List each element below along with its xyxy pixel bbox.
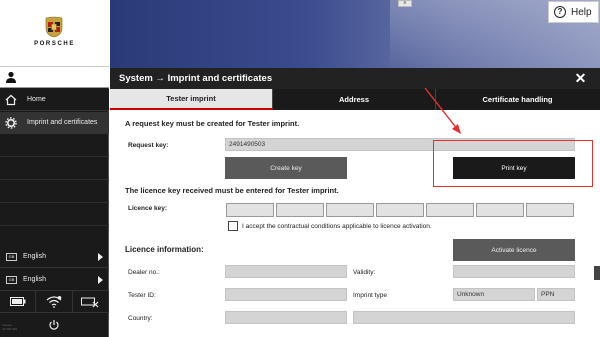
licence-key-segment[interactable] xyxy=(326,203,374,217)
wifi-icon xyxy=(46,295,62,308)
language-label: English xyxy=(23,276,46,283)
flag-icon: GB xyxy=(6,275,17,284)
tab-certificate-handling[interactable]: Certificate handling xyxy=(436,89,599,110)
dialog-header: System → Imprint and certificates xyxy=(110,68,600,89)
licence-key-segment[interactable] xyxy=(226,203,274,217)
vci-disconnected-icon xyxy=(81,297,99,307)
country-label: Country: xyxy=(128,315,153,322)
side-panel-tab[interactable] xyxy=(594,266,600,280)
help-icon: ? xyxy=(554,6,566,18)
annotation-highlight-box xyxy=(433,140,593,187)
help-button[interactable]: ? Help xyxy=(548,1,599,23)
request-key-label: Request key: xyxy=(128,142,169,149)
vci-status[interactable] xyxy=(73,291,109,312)
dealer-no-field xyxy=(225,265,347,278)
sidebar-empty-slot xyxy=(0,204,109,226)
activate-licence-button[interactable]: Activate licence xyxy=(453,239,575,261)
dialog-title: System → Imprint and certificates xyxy=(119,73,273,84)
accept-terms-checkbox[interactable] xyxy=(228,221,238,231)
tester-id-label: Tester ID: xyxy=(128,292,156,299)
background-banner xyxy=(110,0,600,68)
user-icon xyxy=(6,71,16,83)
power-icon[interactable] xyxy=(48,319,60,331)
accept-terms-label: I accept the contractual conditions appl… xyxy=(242,223,432,230)
sidebar-item-label: Imprint and certificates xyxy=(27,119,98,126)
tester-id-field xyxy=(225,288,347,301)
validity-field xyxy=(453,265,575,278)
help-label: Help xyxy=(571,6,592,18)
licence-key-segment[interactable] xyxy=(426,203,474,217)
tab-tester-imprint[interactable]: Tester imprint xyxy=(110,89,273,110)
tab-address[interactable]: Address xyxy=(273,89,436,110)
version-info: Version 40.500.000 xyxy=(2,323,17,331)
brand-wordmark: PORSCHE xyxy=(34,41,75,47)
battery-icon xyxy=(9,297,26,306)
power-row: Version 40.500.000 xyxy=(0,314,109,337)
sidebar-empty-slot xyxy=(0,181,109,203)
status-row xyxy=(0,291,109,313)
licence-key-segment[interactable] xyxy=(476,203,524,217)
sidebar-empty-slot xyxy=(0,158,109,180)
close-button[interactable]: ✕ xyxy=(570,68,591,89)
sidebar-item-imprint[interactable]: Imprint and certificates xyxy=(0,112,109,134)
language-label: English xyxy=(23,253,46,260)
sidebar-item-label: Home xyxy=(27,96,46,103)
validity-label: Validity: xyxy=(353,269,376,276)
sidebar-empty-slot xyxy=(0,135,109,157)
imprint-type-field: Unknown xyxy=(453,288,535,301)
licence-key-segment[interactable] xyxy=(276,203,324,217)
drag-handle[interactable]: ≡ xyxy=(398,0,412,7)
language-select-secondary[interactable]: GB English xyxy=(0,269,109,291)
sidebar: PORSCHE Home Imprint and certificates GB… xyxy=(0,0,109,337)
licence-heading: The licence key received must be entered… xyxy=(125,186,339,195)
country-name-field xyxy=(353,311,575,324)
request-heading: A request key must be created for Tester… xyxy=(125,119,300,128)
gear-icon xyxy=(5,116,17,129)
user-bar[interactable] xyxy=(0,66,109,88)
chevron-right-icon xyxy=(98,276,103,284)
licence-key-segment[interactable] xyxy=(526,203,574,217)
imprint-type-label: Imprint type xyxy=(353,292,387,299)
chevron-right-icon xyxy=(98,253,103,261)
language-select-primary[interactable]: GB English xyxy=(0,246,109,268)
country-field xyxy=(225,311,347,324)
dealer-no-label: Dealer no.: xyxy=(128,269,160,276)
licence-key-label: Licence key: xyxy=(128,205,168,212)
flag-icon: GB xyxy=(6,252,17,261)
porsche-crest-logo xyxy=(45,16,63,38)
version-number: 40.500.000 xyxy=(2,327,18,331)
sidebar-item-home[interactable]: Home xyxy=(0,89,109,111)
imprint-type-code-field: PPN xyxy=(537,288,575,301)
licence-key-segment[interactable] xyxy=(376,203,424,217)
create-key-button[interactable]: Create key xyxy=(225,157,347,179)
logo-area: PORSCHE xyxy=(0,0,109,66)
home-icon xyxy=(5,94,17,105)
wifi-status[interactable] xyxy=(36,291,73,312)
tab-bar: Tester imprint Address Certificate handl… xyxy=(110,89,600,110)
licence-info-heading: Licence information: xyxy=(125,245,204,254)
battery-status[interactable] xyxy=(0,291,37,312)
